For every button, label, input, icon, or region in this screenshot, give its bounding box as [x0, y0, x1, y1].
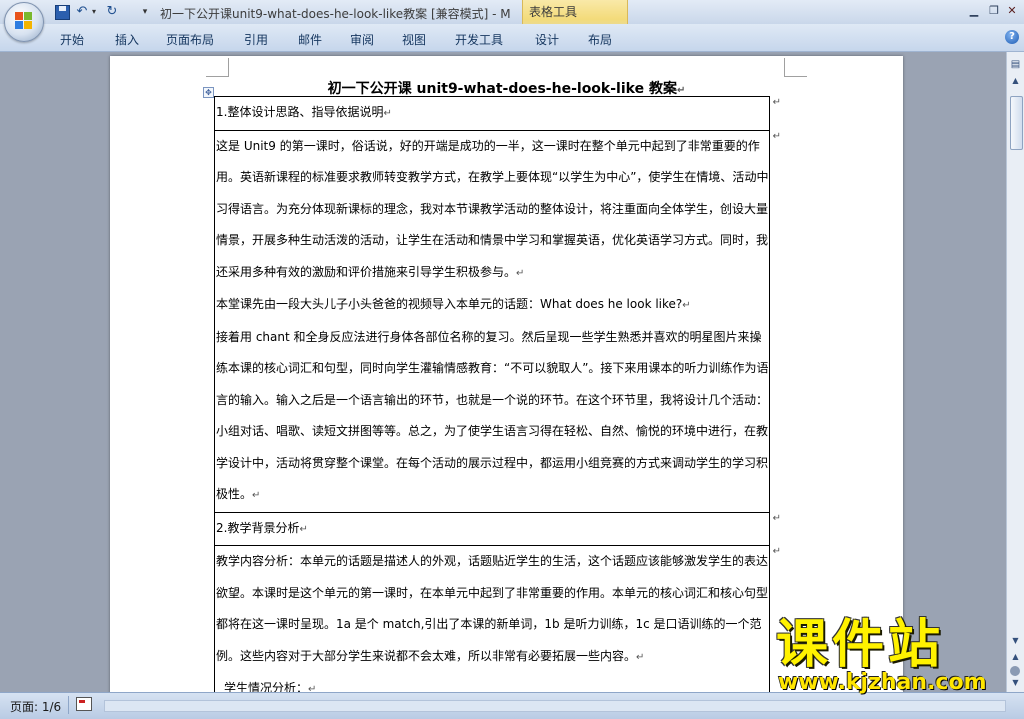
ribbon-tab-row: 开始 插入 页面布局 引用 邮件 审阅 视图 开发工具 设计 布局 ?: [0, 24, 1024, 52]
table-tools-label: 表格工具: [529, 5, 578, 19]
body-paragraph: 接着用 chant 和全身反应法进行身体各部位名称的复习。然后呈现一些学生熟悉并…: [216, 329, 769, 502]
section-heading: 1.整体设计思路、指导依据说明↵: [216, 105, 392, 119]
office-logo-icon: [15, 12, 33, 30]
tab-references[interactable]: 引用: [244, 31, 268, 48]
table-row[interactable]: 教学内容分析：本单元的话题是描述人的外观，话题贴近学生的生活，这个话题应该能够激…: [215, 546, 781, 692]
ruler-toggle-icon[interactable]: ▤: [1009, 58, 1022, 72]
vertical-scrollbar[interactable]: ▤ ▲ ▼ ▲ ▼: [1006, 52, 1024, 692]
document-heading: 初一下公开课 unit9-what-does-he-look-like 教案↵: [327, 81, 686, 97]
minimize-button[interactable]: ▁: [966, 3, 982, 19]
page-indicator[interactable]: 页面: 1/6: [10, 698, 61, 715]
table-row[interactable]: 这是 Unit9 的第一课时，俗话说，好的开端是成功的一半，这一课时在整个单元中…: [215, 131, 781, 513]
window-title: 初一下公开课unit9-what-does-he-look-like教案 [兼容…: [160, 7, 511, 21]
restore-button[interactable]: ❐: [986, 3, 1002, 19]
margin-corner-mark: [206, 58, 229, 77]
scroll-up-icon[interactable]: ▲: [1009, 74, 1022, 88]
watermark-logo: 课件站 www.kjzhan.com: [776, 615, 1006, 695]
tab-design[interactable]: 设计: [535, 31, 559, 48]
tab-home[interactable]: 开始: [60, 31, 84, 48]
save-icon[interactable]: [54, 4, 70, 20]
tab-view[interactable]: 视图: [402, 31, 426, 48]
margin-corner-mark: [784, 58, 807, 77]
undo-icon[interactable]: ↶: [74, 4, 90, 20]
row-end-mark: ↵: [772, 512, 781, 524]
table-move-handle-icon[interactable]: ✥: [203, 87, 214, 98]
body-paragraph: 本堂课先由一段大头儿子小头爸爸的视频导入本单元的话题：What does he …: [216, 297, 691, 311]
scroll-down-icon[interactable]: ▼: [1009, 634, 1022, 648]
close-button[interactable]: ✕: [1004, 3, 1020, 19]
undo-dropdown-icon[interactable]: ▾: [90, 4, 98, 20]
row-end-mark: ↵: [772, 130, 781, 142]
table-row[interactable]: 2.教学背景分析↵ ↵: [215, 513, 781, 546]
status-bar: 页面: 1/6: [0, 692, 1024, 719]
redo-icon[interactable]: ↻: [104, 4, 120, 20]
proofing-icon[interactable]: [76, 697, 92, 711]
title-bar: ↶ ▾ ↻ ▾ 初一下公开课unit9-what-does-he-look-li…: [0, 0, 1024, 48]
watermark-main-text: 课件站: [776, 615, 945, 675]
customize-quick-access-icon[interactable]: ▾: [140, 4, 150, 20]
document-table[interactable]: 1.整体设计思路、指导依据说明↵ ↵ 这是 Unit9 的第一课时，俗话说，好的…: [214, 96, 781, 692]
office-button[interactable]: [4, 2, 44, 42]
select-browse-object-icon[interactable]: [1010, 666, 1020, 676]
next-page-icon[interactable]: ▼: [1009, 678, 1022, 690]
tab-review[interactable]: 审阅: [350, 31, 374, 48]
table-row[interactable]: 1.整体设计思路、指导依据说明↵ ↵: [215, 97, 781, 131]
tab-mailings[interactable]: 邮件: [298, 31, 322, 48]
body-paragraph: 学生情况分析：↵: [224, 681, 317, 692]
horizontal-scrollbar[interactable]: [104, 700, 1006, 712]
tab-insert[interactable]: 插入: [115, 31, 139, 48]
status-divider: [68, 696, 69, 714]
tab-layout[interactable]: 布局: [588, 31, 612, 48]
body-paragraph: 这是 Unit9 的第一课时，俗话说，好的开端是成功的一半，这一课时在整个单元中…: [216, 138, 769, 279]
section-heading: 2.教学背景分析↵: [216, 520, 308, 535]
row-end-mark: ↵: [772, 97, 781, 108]
watermark-url: www.kjzhan.com: [778, 670, 987, 695]
help-icon[interactable]: ?: [1005, 30, 1019, 44]
row-end-mark: ↵: [772, 546, 781, 557]
tab-developer[interactable]: 开发工具: [455, 31, 503, 48]
tab-page-layout[interactable]: 页面布局: [166, 31, 214, 48]
document-page[interactable]: 初一下公开课 unit9-what-does-he-look-like 教案↵ …: [110, 56, 903, 692]
document-workspace: 初一下公开课 unit9-what-does-he-look-like 教案↵ …: [0, 52, 1006, 692]
body-paragraph: 教学内容分析：本单元的话题是描述人的外观，话题贴近学生的生活，这个话题应该能够激…: [216, 554, 769, 663]
scroll-thumb[interactable]: [1010, 96, 1023, 150]
previous-page-icon[interactable]: ▲: [1009, 652, 1022, 664]
